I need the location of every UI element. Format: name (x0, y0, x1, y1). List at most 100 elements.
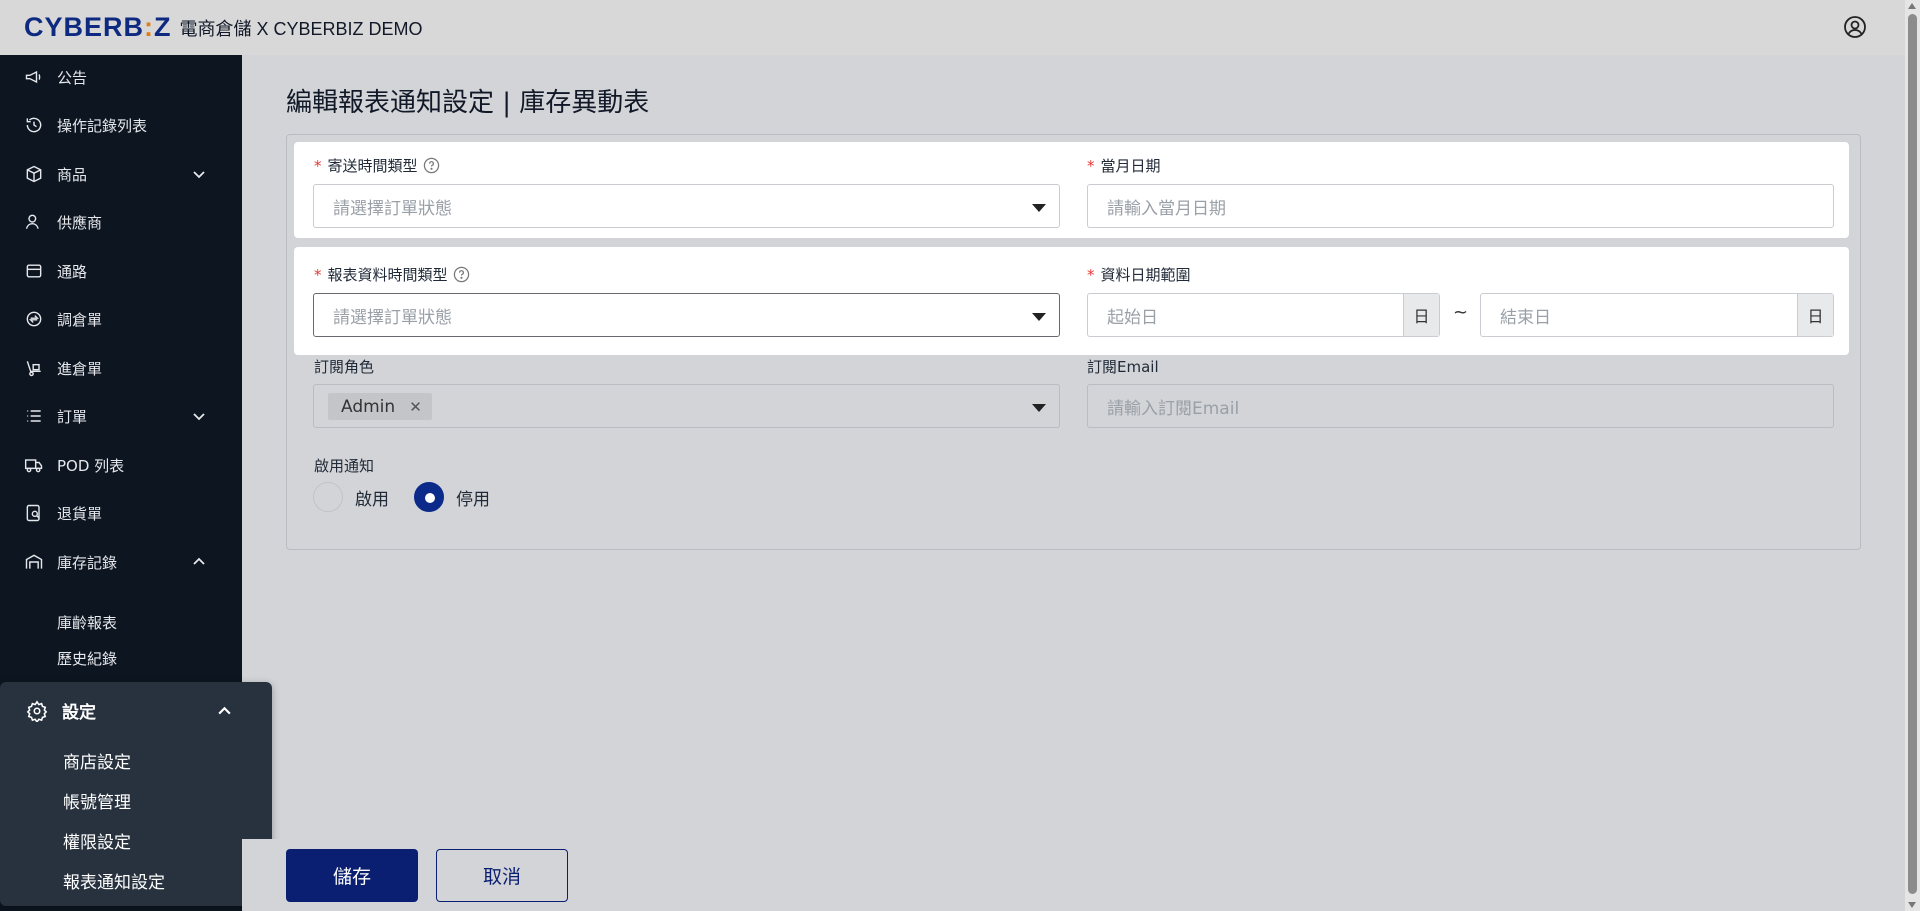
input-placeholder: 請輸入訂閱Email (1107, 398, 1240, 419)
enable-notice-label: 啟用通知 (314, 457, 375, 475)
sidebar-item-label: 公告 (57, 68, 88, 87)
subscribe-email-input[interactable]: 請輸入訂閱Email (1087, 384, 1834, 428)
sidebar-item-label: 通路 (57, 262, 88, 281)
brand-logo[interactable]: CYBERB:Z (24, 12, 172, 43)
sidebar-item-inbound[interactable]: 進倉單 (0, 348, 242, 388)
sidebar-item-suppliers[interactable]: 供應商 (0, 202, 242, 242)
gear-icon (26, 699, 48, 722)
role-tag: Admin ✕ (328, 393, 432, 420)
sidebar-item-pod-list[interactable]: POD 列表 (0, 445, 242, 485)
store-icon (26, 264, 42, 278)
label-text: 報表資料時間類型 (327, 266, 448, 284)
sidebar-item-label: 訂單 (57, 407, 88, 426)
send-time-type-label: * 寄送時間類型 (314, 155, 440, 176)
sidebar-item-label: 商品 (57, 165, 88, 184)
megaphone-icon (25, 70, 41, 84)
scroll-down-icon[interactable] (1908, 902, 1916, 908)
date-range-label: * 資料日期範圍 (1087, 264, 1191, 285)
scroll-up-icon[interactable] (1908, 3, 1916, 9)
date-range-separator: ~ (1453, 302, 1469, 323)
radio-label: 停用 (456, 489, 490, 510)
sidebar-item-settings[interactable]: 設定 (26, 698, 96, 723)
sidebar-item-transfer[interactable]: 調倉單 (0, 299, 242, 339)
sidebar-subitem-history[interactable]: 歷史紀錄 (57, 648, 117, 669)
radio-disable[interactable]: 停用 (414, 482, 490, 512)
sidebar-item-label: 庫存記錄 (57, 553, 118, 572)
caret-down-icon (1032, 313, 1046, 321)
question-circle-icon[interactable] (423, 157, 440, 174)
sidebar-item-products[interactable]: 商品 (0, 154, 242, 194)
settings-item-accounts[interactable]: 帳號管理 (63, 788, 131, 813)
sidebar-item-label: 操作記錄列表 (57, 116, 148, 135)
sidebar-item-orders[interactable]: 訂單 (0, 396, 242, 436)
history-icon (26, 117, 42, 133)
label-text: 資料日期範圍 (1100, 266, 1191, 284)
radio-enable[interactable]: 啟用 (313, 482, 389, 512)
select-placeholder: 請選擇訂單狀態 (333, 307, 452, 328)
chevron-up-icon (193, 557, 205, 565)
app-title: 電商倉儲 X CYBERBIZ DEMO (179, 18, 423, 39)
page-scrollbar[interactable] (1905, 0, 1920, 911)
settings-item-report-notification[interactable]: 報表通知設定 (63, 868, 165, 893)
close-icon[interactable]: ✕ (409, 398, 422, 416)
question-circle-icon[interactable] (453, 266, 470, 283)
required-mark: * (314, 265, 322, 284)
radio-label: 啟用 (355, 489, 389, 510)
page-title: 編輯報表通知設定 | 庫存異動表 (286, 88, 650, 118)
sidebar-item-returns[interactable]: 退貨單 (0, 493, 242, 533)
required-mark: * (314, 156, 322, 175)
label-text: 當月日期 (1100, 157, 1161, 175)
report-time-type-select[interactable]: 請選擇訂單狀態 (313, 293, 1060, 337)
start-date-input[interactable]: 起始日 日 (1087, 293, 1440, 337)
chevron-down-icon (193, 171, 205, 179)
radio-circle[interactable] (414, 482, 444, 512)
month-date-input[interactable]: 請輸入當月日期 (1087, 184, 1834, 228)
cancel-button[interactable]: 取消 (436, 849, 568, 902)
calendar-day-addon[interactable]: 日 (1797, 294, 1833, 336)
radio-circle[interactable] (313, 482, 343, 512)
end-date-input[interactable]: 結束日 日 (1480, 293, 1834, 337)
required-mark: * (1087, 265, 1095, 284)
sidebar-item-label: 進倉單 (57, 359, 103, 378)
subscribe-email-label: 訂閱Email (1087, 358, 1159, 376)
sidebar-item-label: POD 列表 (57, 456, 125, 475)
select-placeholder: 請選擇訂單狀態 (333, 198, 452, 219)
save-button[interactable]: 儲存 (286, 849, 418, 902)
chevron-down-icon (193, 413, 205, 421)
return-icon (26, 504, 40, 522)
role-tag-label: Admin (341, 396, 396, 417)
user-account-icon[interactable] (1843, 15, 1867, 39)
sidebar-subitem-inventory-age[interactable]: 庫齡報表 (57, 612, 117, 633)
user-icon (25, 214, 39, 229)
sidebar-item-channels[interactable]: 通路 (0, 251, 242, 291)
chevron-up-icon (218, 706, 231, 715)
top-header: CYBERB:Z 電商倉儲 X CYBERBIZ DEMO (0, 0, 1905, 55)
caret-down-icon (1032, 204, 1046, 212)
list-icon (27, 410, 41, 422)
scroll-thumb[interactable] (1908, 14, 1917, 894)
input-placeholder: 結束日 (1500, 307, 1551, 328)
settings-submenu-popover: 設定 商店設定 帳號管理 權限設定 報表通知設定 (0, 682, 272, 906)
sidebar-item-announcements[interactable]: 公告 (0, 57, 242, 97)
warehouse-icon (25, 554, 43, 569)
sidebar-item-label: 供應商 (57, 213, 103, 232)
subscribe-role-select[interactable]: Admin ✕ (313, 384, 1060, 428)
settings-item-permissions[interactable]: 權限設定 (63, 828, 131, 853)
subscribe-role-label: 訂閱角色 (314, 358, 375, 376)
caret-down-icon (1032, 404, 1046, 412)
settings-item-store[interactable]: 商店設定 (63, 748, 131, 773)
sidebar-item-operation-log[interactable]: 操作記錄列表 (0, 105, 242, 145)
input-placeholder: 請輸入當月日期 (1107, 198, 1226, 219)
box-icon (26, 165, 42, 183)
send-time-type-select[interactable]: 請選擇訂單狀態 (313, 184, 1060, 228)
label-text: 寄送時間類型 (327, 157, 418, 175)
settings-label: 設定 (62, 703, 96, 723)
calendar-day-addon[interactable]: 日 (1403, 294, 1439, 336)
sidebar-item-label: 退貨單 (57, 504, 103, 523)
required-mark: * (1087, 156, 1095, 175)
truck-icon (24, 459, 43, 473)
transfer-icon (26, 311, 42, 327)
sidebar-item-inventory-records[interactable]: 庫存記錄 (0, 542, 242, 582)
dolly-icon (26, 361, 41, 377)
month-date-label: * 當月日期 (1087, 155, 1161, 176)
